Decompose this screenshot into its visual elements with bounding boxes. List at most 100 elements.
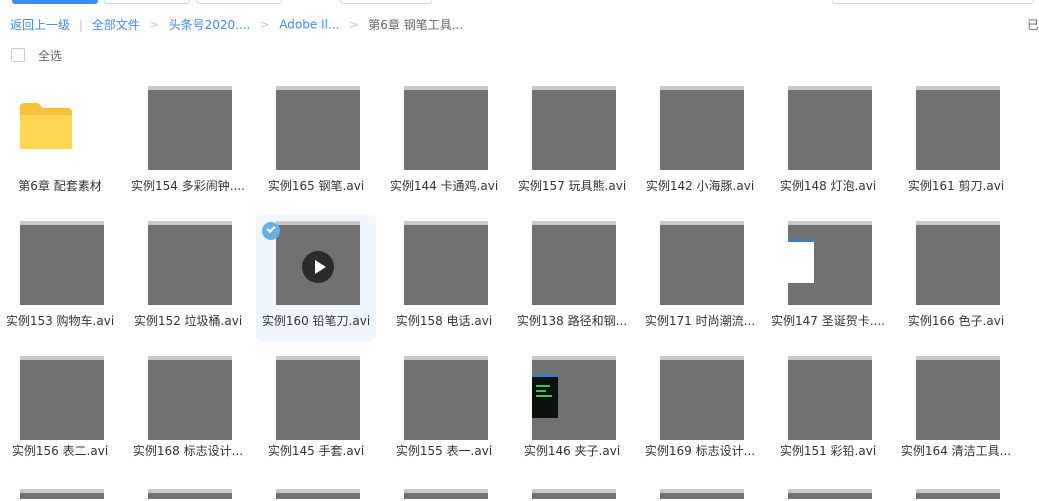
file-thumbnail [788, 221, 872, 305]
file-thumbnail [916, 221, 1000, 305]
file-thumbnail [788, 489, 872, 499]
file-name[interactable]: 实例168 标志设计... [122, 442, 254, 459]
file-item[interactable]: 实例165 钢笔.avi [256, 80, 376, 206]
file-item[interactable]: 实例156 表二.avi [0, 350, 120, 476]
file-item[interactable]: 实例145 手套.avi [256, 350, 376, 476]
breadcrumb-item-current: 第6章 钢笔工具... [368, 18, 464, 32]
file-name[interactable]: 实例145 手套.avi [250, 442, 382, 459]
file-thumbnail [660, 356, 744, 440]
file-item[interactable]: 实例152 垃圾桶.avi [128, 215, 248, 341]
loaded-status: 已 [1027, 18, 1039, 32]
file-item[interactable]: 实例142 小海豚.avi [640, 80, 760, 206]
file-item[interactable]: 实例148 灯泡.avi [768, 80, 888, 206]
breadcrumb-divider: | [78, 17, 83, 32]
file-item[interactable]: 实例146 夹子.avi [512, 350, 632, 476]
search-box[interactable] [832, 0, 1034, 4]
file-name[interactable]: 实例157 玩具熊.avi [506, 177, 638, 194]
file-thumbnail [276, 221, 360, 305]
check-icon[interactable] [262, 222, 280, 240]
file-thumbnail [148, 221, 232, 305]
file-name[interactable]: 实例156 表二.avi [0, 442, 126, 459]
file-item[interactable]: 实例164 清洁工具... [896, 350, 1016, 476]
file-grid: 第6章 配套素材 实例154 多彩闹钟.... 实例165 钢笔.avi 实例144 … [0, 80, 1039, 501]
file-thumbnail [788, 86, 872, 170]
file-thumbnail [916, 86, 1000, 170]
file-thumbnail [148, 356, 232, 440]
file-thumbnail [532, 86, 616, 170]
file-name[interactable]: 实例142 小海豚.avi [634, 177, 766, 194]
file-item[interactable]: 实例171 时尚潮流... [640, 215, 760, 341]
file-thumbnail [404, 356, 488, 440]
file-item[interactable]: 实例147 圣诞贺卡.... [768, 215, 888, 341]
file-name[interactable]: 实例165 钢笔.avi [250, 177, 382, 194]
file-item[interactable]: 实例168 标志设计... [128, 350, 248, 476]
file-name[interactable]: 实例154 多彩闹钟.... [122, 177, 254, 194]
file-name[interactable]: 实例161 剪刀.avi [890, 177, 1022, 194]
folder-icon [18, 101, 74, 151]
file-item[interactable]: 实例161 剪刀.avi [896, 80, 1016, 206]
file-thumbnail [276, 356, 360, 440]
file-name[interactable]: 实例148 灯泡.avi [762, 177, 894, 194]
file-name[interactable]: 实例155 表一.avi [378, 442, 510, 459]
select-all-label: 全选 [38, 48, 63, 63]
breadcrumb-item-toutiao[interactable]: 头条号2020.... [169, 18, 251, 32]
file-item[interactable]: 实例166 色子.avi [896, 215, 1016, 341]
file-thumbnail [532, 356, 616, 440]
more-button[interactable] [340, 0, 432, 4]
file-thumbnail [660, 221, 744, 305]
file-thumbnail [276, 489, 360, 499]
file-item[interactable]: 实例160 铅笔刀.avi [256, 215, 376, 341]
offline-download-button[interactable] [196, 0, 282, 4]
file-name[interactable]: 实例153 购物车.avi [0, 312, 126, 329]
file-thumbnail [660, 489, 744, 499]
file-name[interactable]: 实例146 夹子.avi [506, 442, 638, 459]
file-thumbnail [788, 356, 872, 440]
file-name[interactable]: 实例164 清洁工具... [890, 442, 1022, 459]
chevron-right-icon: > [149, 18, 159, 31]
select-all-checkbox[interactable] [11, 48, 25, 62]
back-link[interactable]: 返回上一级 [10, 18, 70, 32]
folder-item[interactable]: 第6章 配套素材 [0, 80, 120, 206]
file-item[interactable]: 实例153 购物车.avi [0, 215, 120, 341]
file-thumbnail [276, 86, 360, 170]
file-thumbnail [20, 356, 104, 440]
file-thumbnail [660, 86, 744, 170]
file-item[interactable]: 实例138 路径和钢... [512, 215, 632, 341]
file-name[interactable]: 实例144 卡通鸡.avi [378, 177, 510, 194]
terminal-preview [532, 374, 558, 418]
file-thumbnail [148, 489, 232, 499]
file-name[interactable]: 实例152 垃圾桶.avi [122, 312, 254, 329]
window-preview [788, 239, 814, 283]
play-icon[interactable] [302, 251, 334, 283]
file-item[interactable]: 实例144 卡通鸡.avi [384, 80, 504, 206]
file-name[interactable]: 实例138 路径和钢... [506, 312, 638, 329]
file-thumbnail [916, 356, 1000, 440]
select-all-row: 全选 [11, 47, 62, 63]
file-name[interactable]: 实例166 色子.avi [890, 312, 1022, 329]
file-name[interactable]: 实例151 彩铅.avi [762, 442, 894, 459]
file-item[interactable]: 实例154 多彩闹钟.... [128, 80, 248, 206]
file-name[interactable]: 实例158 电话.avi [378, 312, 510, 329]
upload-button[interactable] [12, 0, 98, 4]
file-name[interactable]: 第6章 配套素材 [0, 177, 126, 194]
file-thumbnail [148, 86, 232, 170]
file-name[interactable]: 实例171 时尚潮流... [634, 312, 766, 329]
file-thumbnail [916, 489, 1000, 499]
file-item[interactable]: 实例158 电话.avi [384, 215, 504, 341]
file-item[interactable]: 实例169 标志设计... [640, 350, 760, 476]
file-name[interactable]: 实例147 圣诞贺卡.... [762, 312, 894, 329]
file-item[interactable]: 实例151 彩铅.avi [768, 350, 888, 476]
breadcrumb-item-all-files[interactable]: 全部文件 [92, 18, 140, 32]
file-thumbnail [532, 221, 616, 305]
file-thumbnail [404, 86, 488, 170]
file-item[interactable]: 实例155 表一.avi [384, 350, 504, 476]
file-name[interactable]: 实例169 标志设计... [634, 442, 766, 459]
file-thumbnail [532, 489, 616, 499]
chevron-right-icon: > [349, 18, 359, 31]
new-folder-button[interactable] [104, 0, 190, 4]
breadcrumb-item-adobe[interactable]: Adobe Il... [279, 18, 339, 32]
file-thumbnail [404, 221, 488, 305]
file-thumbnail [20, 489, 104, 499]
file-name[interactable]: 实例160 铅笔刀.avi [250, 312, 382, 329]
file-item[interactable]: 实例157 玩具熊.avi [512, 80, 632, 206]
